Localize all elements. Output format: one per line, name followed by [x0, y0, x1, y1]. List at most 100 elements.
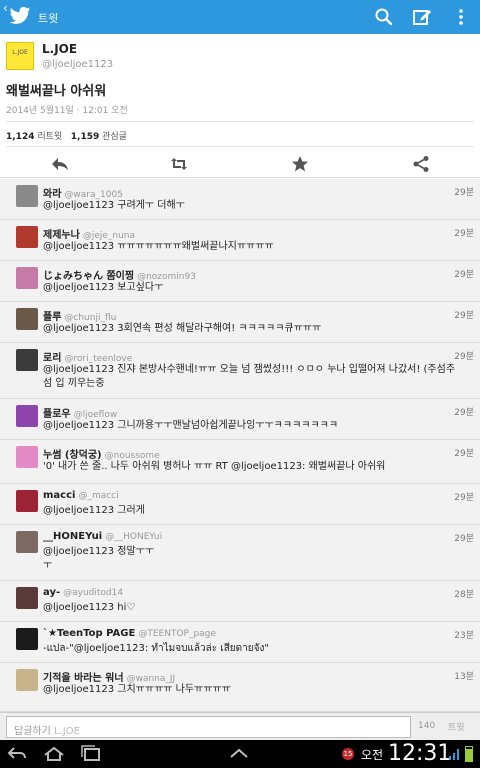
reply-time: 29분	[454, 229, 474, 239]
reply-time: 29분	[454, 493, 474, 503]
reply-text: @ljoeljoe1123 그치ㅠㅠㅠㅠ 나두ㅠㅠㅠㅠ	[43, 684, 231, 695]
screen-title: 트윗	[38, 12, 59, 25]
reply-handle: @TEENTOP_page	[138, 629, 216, 639]
clock-time: 12:31	[388, 741, 452, 766]
reply-avatar[interactable]	[16, 308, 38, 330]
reply-avatar[interactable]	[16, 267, 38, 289]
reply-item[interactable]: 누썸 (창덕궁) @noussome '0' 내가 쓴 줄.. 나두 아쉬워 병허…	[0, 440, 480, 484]
recent-apps-icon[interactable]	[80, 744, 102, 764]
home-nav-icon[interactable]	[43, 744, 65, 764]
reply-name: `★TeenTop PAGE	[43, 628, 136, 639]
reply-time: 29분	[454, 270, 474, 280]
author-name[interactable]: L.JOE	[42, 42, 77, 56]
reply-text: '0' 내가 쓴 줄.. 나두 아쉬워 병허나 ㅠㅠ RT @ljoeljoe1…	[43, 461, 386, 472]
author-avatar[interactable]: L.JOE	[6, 42, 34, 70]
overflow-menu-icon[interactable]	[451, 7, 471, 27]
reply-placeholder-target: L.JOE	[54, 726, 80, 737]
reply-time: 29분	[454, 188, 474, 198]
reply-item[interactable]: 제제누나 @jeje_nuna @ljoeljoe1123 ㅠㅠㅠㅠㅠㅠㅠ왜벌써끝…	[0, 220, 480, 261]
tweet-timestamp: 2014년 5월11일 · 12:01 오전	[6, 106, 128, 116]
favorite-icon[interactable]	[291, 155, 309, 173]
reply-avatar[interactable]	[16, 405, 38, 427]
reply-author: __HONEYui @__HONEYui	[43, 531, 162, 542]
reply-text: -แปล-"@ljoeljoe1123: ทำไมจบแล้วล่ะ เสียด…	[43, 643, 269, 654]
reply-time: 28분	[454, 590, 474, 600]
reply-item[interactable]: 로리 @rori_teenlove @ljoeljoe1123 진쟈 본방사수핸네…	[0, 343, 480, 399]
tweet-stats: 1,124 리트윗 1,159 관심글	[6, 129, 127, 142]
battery-icon	[465, 746, 473, 762]
retweet-count[interactable]: 1,124	[6, 132, 34, 142]
reply-avatar[interactable]	[16, 185, 38, 207]
reply-text: @ljoeljoe1123 그니까용ㅜㅜ맨날넘아쉽게끝나잉ㅜㅜㅋㅋㅋㅋㅋㅋㅋ	[43, 420, 339, 431]
search-icon[interactable]	[374, 7, 394, 27]
reply-avatar[interactable]	[16, 628, 38, 650]
reply-item[interactable]: ay- @ayuditod14 @ljoeljoe1123 hi♡ 28분	[0, 581, 480, 622]
back-chevron-icon[interactable]: ‹	[3, 1, 8, 15]
reply-item[interactable]: 플루 @chunji_flu @ljoeljoe1123 3회연속 편성 해달라구…	[0, 302, 480, 343]
reply-item[interactable]: 플로우 @ljoeflow @ljoeljoe1123 그니까용ㅜㅜ맨날넘아쉽게끝…	[0, 399, 480, 440]
twitter-bird-icon[interactable]	[9, 6, 31, 26]
reply-text: @ljoeljoe1123 3회연속 편성 해달라구해여! ㅋㅋㅋㅋㅋ큐ㅠㅠㅠ	[43, 323, 322, 334]
reply-time: 13분	[454, 672, 474, 682]
char-counter: 140	[418, 721, 436, 731]
share-icon[interactable]	[412, 155, 430, 173]
wifi-icon	[449, 749, 459, 760]
reply-time: 23분	[454, 631, 474, 641]
reply-handle: @ayuditod14	[63, 588, 124, 598]
tweet-send-button[interactable]: 트윗	[448, 720, 465, 733]
reply-text: @ljoeljoe1123 진쟈 본방사수핸네!ㅠㅠ 오늘 넘 잼썼성!!! ㅇ…	[43, 364, 456, 389]
reply-author: 플루 @chunji_flu	[43, 308, 116, 323]
reply-text: @ljoeljoe1123 ㅠㅠㅠㅠㅠㅠㅠ왜벌써끝나지ㅠㅠㅠㅠ	[43, 241, 274, 252]
reply-item[interactable]: __HONEYui @__HONEYui @ljoeljoe1123 정말ㅜㅜㅜ …	[0, 525, 480, 581]
reply-item[interactable]: 기적을 바라는 워너 @wanna_JJ @ljoeljoe1123 그치ㅠㅠㅠㅠ…	[0, 663, 480, 712]
reply-name: ay-	[43, 587, 61, 598]
divider	[6, 146, 474, 147]
reply-time: 29분	[454, 408, 474, 418]
tweet-action-bar	[0, 150, 480, 178]
reply-avatar[interactable]	[16, 226, 38, 248]
reply-item[interactable]: macci @_macci @ljoeljoe1123 그러게 29분	[0, 484, 480, 525]
system-navigation-bar: 15 오전 12:31	[0, 740, 480, 768]
reply-author: 로리 @rori_teenlove	[43, 349, 132, 364]
up-chevron-icon[interactable]	[228, 744, 250, 764]
reply-text: @ljoeljoe1123 구려게ㅜ 더해ㅜ	[43, 200, 185, 211]
reply-text: @ljoeljoe1123 hi♡	[43, 602, 136, 613]
reply-placeholder-label: 답글하기	[14, 726, 51, 737]
reply-compose-bar: 답글하기 L.JOE 140 트윗	[0, 712, 480, 740]
reply-avatar[interactable]	[16, 587, 38, 609]
reply-icon[interactable]	[51, 155, 69, 173]
reply-author: macci @_macci	[43, 490, 119, 501]
reply-avatar[interactable]	[16, 446, 38, 468]
reply-text: @ljoeljoe1123 보고싶다ㅜ	[43, 282, 164, 293]
reply-handle: @__HONEYui	[105, 532, 163, 542]
notification-badge[interactable]: 15	[342, 748, 354, 760]
reply-avatar[interactable]	[16, 490, 38, 512]
compose-icon[interactable]	[412, 7, 432, 27]
reply-name: macci	[43, 490, 76, 501]
reply-author: ay- @ayuditod14	[43, 587, 123, 598]
reply-avatar[interactable]	[16, 349, 38, 371]
back-nav-icon[interactable]	[6, 744, 28, 764]
reply-input[interactable]: 답글하기 L.JOE	[6, 716, 411, 738]
reply-time: 29분	[454, 311, 474, 321]
reply-avatar[interactable]	[16, 669, 38, 691]
reply-time: 29분	[454, 449, 474, 459]
action-bar: ‹ 트윗	[0, 0, 480, 34]
reply-item[interactable]: `★TeenTop PAGE @TEENTOP_page -แปล-"@ljoel…	[0, 622, 480, 663]
reply-input-placeholder: 답글하기 L.JOE	[14, 722, 80, 737]
reply-author: 플로우 @ljoeflow	[43, 405, 117, 420]
retweet-icon[interactable]	[170, 155, 188, 173]
reply-author: 와라 @wara_1005	[43, 185, 123, 200]
author-handle: @ljoeljoe1123	[42, 59, 114, 70]
reply-author: `★TeenTop PAGE @TEENTOP_page	[43, 628, 216, 639]
reply-author: 제제누나 @jeje_nuna	[43, 226, 135, 241]
reply-handle: @_macci	[78, 491, 119, 501]
reply-item[interactable]: 와라 @wara_1005 @ljoeljoe1123 구려게ㅜ 더해ㅜ 29분	[0, 179, 480, 220]
tweet-text: 왜벌써끝나 아쉬워	[6, 84, 107, 99]
replies-list: 와라 @wara_1005 @ljoeljoe1123 구려게ㅜ 더해ㅜ 29분 …	[0, 179, 480, 712]
reply-text: @ljoeljoe1123 정말ㅜㅜㅜ	[43, 546, 155, 571]
favorite-count[interactable]: 1,159	[71, 132, 99, 142]
reply-avatar[interactable]	[16, 531, 38, 553]
reply-item[interactable]: じょみちゃん 쫌이찡 @nozomin93 @ljoeljoe1123 보고싶다ㅜ…	[0, 261, 480, 302]
reply-text: @ljoeljoe1123 그러게	[43, 505, 145, 516]
